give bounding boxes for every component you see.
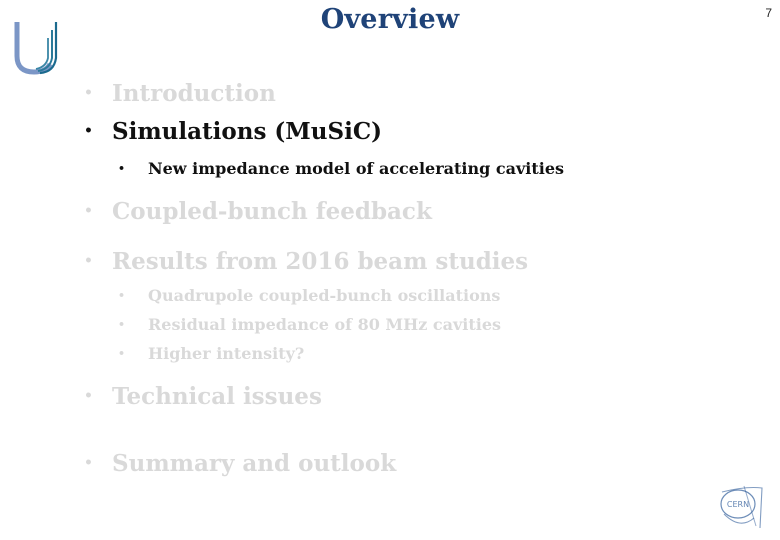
bullet-icon: • [84, 253, 93, 269]
agenda-item-label: Summary and outlook [112, 450, 397, 477]
bullet-icon: • [118, 162, 126, 175]
agenda-item-label: Simulations (MuSiC) [112, 118, 383, 145]
cern-logo-icon: CERN [716, 484, 768, 530]
agenda-subitem-label: Higher intensity? [148, 344, 305, 363]
bullet-icon: • [118, 318, 126, 331]
agenda-subitem-residual-impedance: • Residual impedance of 80 MHz cavities [118, 315, 501, 334]
agenda-subitem-quadrupole: • Quadrupole coupled-bunch oscillations [118, 286, 500, 305]
bullet-icon: • [84, 85, 93, 101]
agenda-item-label: Technical issues [112, 383, 322, 410]
bullet-icon: • [118, 289, 126, 302]
agenda-item-results: • Results from 2016 beam studies [84, 248, 528, 275]
bullet-icon: • [118, 347, 126, 360]
slide-title: Overview [320, 4, 460, 35]
bullet-icon: • [84, 455, 93, 471]
agenda-item-feedback: • Coupled-bunch feedback [84, 198, 432, 225]
agenda-item-introduction: • Introduction [84, 80, 276, 107]
agenda-item-label: Coupled-bunch feedback [112, 198, 432, 225]
page-number: 7 [765, 6, 772, 20]
agenda-subitem-label: Residual impedance of 80 MHz cavities [148, 315, 502, 334]
agenda-subitem-higher-intensity: • Higher intensity? [118, 344, 304, 363]
agenda-subitem-label: New impedance model of accelerating cavi… [148, 159, 565, 178]
agenda-item-label: Introduction [112, 80, 276, 107]
agenda-item-simulations: • Simulations (MuSiC) [84, 118, 382, 145]
agenda-item-label: Results from 2016 beam studies [112, 248, 529, 275]
bullet-icon: • [84, 388, 93, 404]
agenda-subitem-impedance-model: • New impedance model of accelerating cav… [118, 159, 564, 178]
cern-logo-text: CERN [727, 500, 749, 509]
bullet-icon: • [84, 203, 93, 219]
agenda-item-summary: • Summary and outlook [84, 450, 396, 477]
bullet-icon: • [84, 123, 93, 139]
agenda-item-technical: • Technical issues [84, 383, 322, 410]
agenda-subitem-label: Quadrupole coupled-bunch oscillations [148, 286, 501, 305]
